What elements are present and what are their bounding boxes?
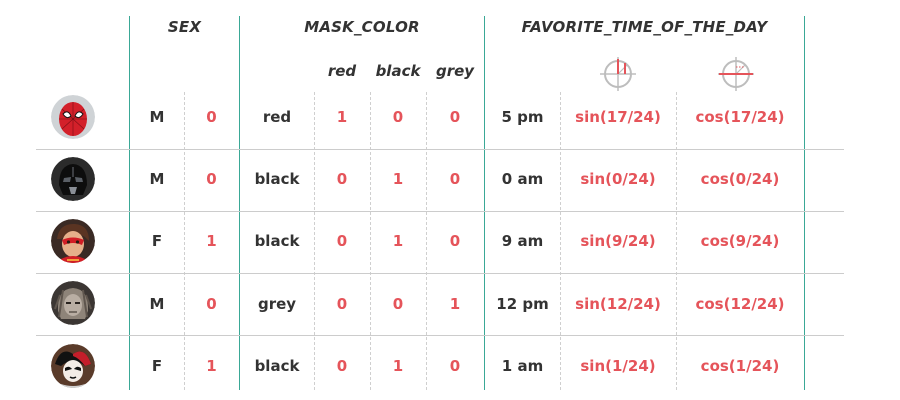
cell-sex-encoded: 0 <box>206 108 217 126</box>
encoding-table: SEX MASK_COLOR FAVORITE_TIME_OF_THE_DAY … <box>0 0 900 400</box>
grey-mask-avatar <box>51 281 95 325</box>
subheader-grey: grey <box>435 62 475 80</box>
cell-onehot-black: 1 <box>392 232 404 250</box>
row-separator <box>36 211 844 212</box>
cell-time: 5 pm <box>501 108 544 126</box>
row-separator <box>36 335 844 336</box>
cell-sex-encoded: 0 <box>206 170 217 188</box>
cell-onehot-black: 1 <box>392 357 404 375</box>
subheader-black: black <box>375 62 421 80</box>
harley-quinn-avatar <box>51 344 95 388</box>
divider-avatar-sex <box>129 16 130 390</box>
cell-onehot-grey: 0 <box>449 170 461 188</box>
cell-sin: sin(1/24) <box>580 357 656 375</box>
cell-onehot-red: 0 <box>336 170 348 188</box>
cell-mask-color: red <box>262 108 292 126</box>
cell-onehot-black: 0 <box>392 108 404 126</box>
cell-time: 1 am <box>501 357 544 375</box>
cell-onehot-grey: 0 <box>449 108 461 126</box>
cell-onehot-black: 1 <box>392 170 404 188</box>
cell-mask-color: black <box>254 232 300 250</box>
cell-mask-color: black <box>254 170 300 188</box>
divider-mask-time <box>484 16 485 390</box>
cell-cos: cos(17/24) <box>695 108 785 126</box>
header-sex: SEX <box>167 18 202 36</box>
divider-sex-mask <box>239 16 240 390</box>
cell-onehot-grey: 1 <box>449 295 461 313</box>
subheader-red: red <box>327 62 357 80</box>
sine-unit-circle-icon <box>600 57 636 91</box>
cell-sin: sin(12/24) <box>575 295 661 313</box>
divider-time-end <box>804 16 805 390</box>
elastigirl-avatar <box>51 219 95 263</box>
cell-cos: cos(12/24) <box>695 295 785 313</box>
cell-sin: sin(17/24) <box>575 108 661 126</box>
cell-onehot-red: 0 <box>336 357 348 375</box>
cell-sex: F <box>151 357 163 375</box>
cell-time: 9 am <box>501 232 544 250</box>
cell-onehot-grey: 0 <box>449 232 461 250</box>
cell-onehot-red: 0 <box>336 232 348 250</box>
cell-onehot-grey: 0 <box>449 357 461 375</box>
header-mask-color: MASK_COLOR <box>304 18 420 36</box>
cell-sin: sin(9/24) <box>580 232 656 250</box>
cell-onehot-red: 1 <box>336 108 348 126</box>
cell-cos: cos(1/24) <box>700 357 780 375</box>
cell-time: 0 am <box>501 170 544 188</box>
row-separator <box>36 273 844 274</box>
cell-cos: cos(9/24) <box>700 232 780 250</box>
cell-sex: M <box>149 170 165 188</box>
cosine-unit-circle-icon <box>718 57 754 91</box>
cell-sin: sin(0/24) <box>580 170 656 188</box>
darth-vader-avatar <box>51 157 95 201</box>
cell-mask-color: grey <box>257 295 297 313</box>
cell-sex-encoded: 0 <box>206 295 217 313</box>
cell-onehot-red: 0 <box>336 295 348 313</box>
cell-sex-encoded: 1 <box>206 357 217 375</box>
spiderman-avatar <box>51 95 95 139</box>
cell-sex: F <box>151 232 163 250</box>
cell-onehot-black: 0 <box>392 295 404 313</box>
row-separator <box>36 149 844 150</box>
cell-sex: M <box>149 108 165 126</box>
cell-mask-color: black <box>254 357 300 375</box>
header-favorite-time: FAVORITE_TIME_OF_THE_DAY <box>521 18 768 36</box>
cell-time: 12 pm <box>496 295 549 313</box>
cell-cos: cos(0/24) <box>700 170 780 188</box>
cell-sex: M <box>149 295 165 313</box>
cell-sex-encoded: 1 <box>206 232 217 250</box>
